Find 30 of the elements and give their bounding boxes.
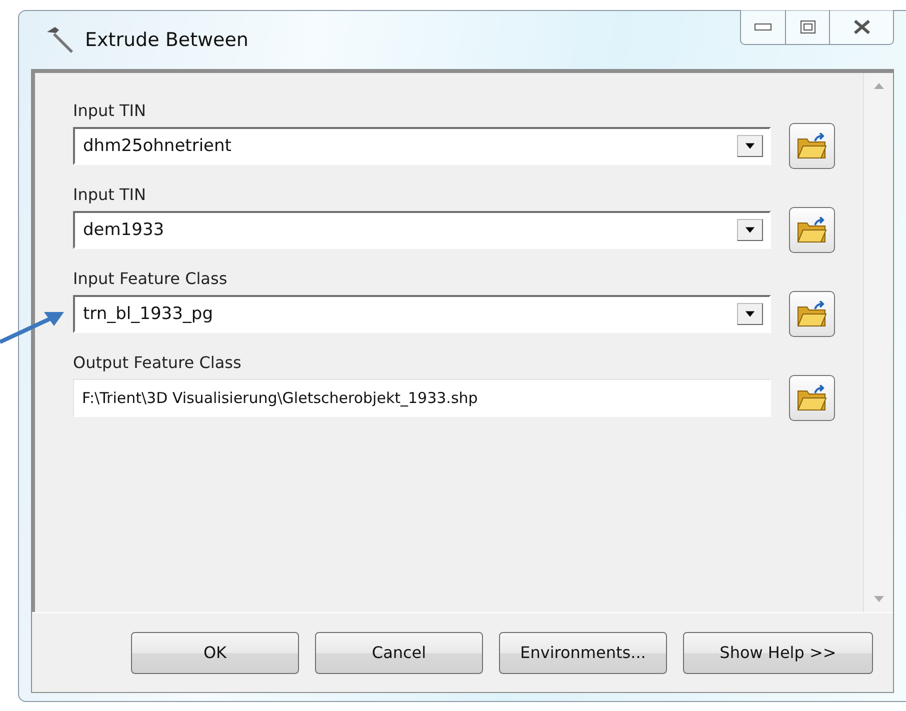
folder-icon <box>797 217 827 243</box>
field-label: Input TIN <box>73 100 147 122</box>
close-icon <box>852 19 870 35</box>
hammer-icon <box>45 25 75 55</box>
input-field[interactable]: F:\Trient\3D Visualisierung\Gletscherobjekt_1933.shp <box>73 379 771 417</box>
dropdown-field[interactable]: trn_bl_1933_pg <box>73 295 771 333</box>
field-label: Input TIN <box>73 184 147 206</box>
scroll-down-icon <box>874 596 884 602</box>
minimize-icon <box>754 23 772 31</box>
ok-button[interactable]: OK <box>131 632 299 674</box>
cancel-button[interactable]: Cancel <box>315 632 483 674</box>
scroll-up-icon <box>874 83 884 89</box>
dropdown-field[interactable]: dem1933 <box>73 211 771 249</box>
caret-icon <box>737 219 763 241</box>
caret-icon <box>737 135 763 157</box>
folder-icon <box>797 133 827 159</box>
dropdown-field[interactable]: dhm25ohnetrient <box>73 127 771 165</box>
environments-button[interactable]: Environments... <box>499 632 667 674</box>
maximize-icon <box>800 20 816 34</box>
browse-button[interactable] <box>789 123 835 169</box>
caret-icon <box>737 303 763 325</box>
folder-icon <box>797 301 827 327</box>
folder-icon <box>797 385 827 411</box>
browse-button[interactable] <box>789 207 835 253</box>
browse-button[interactable] <box>789 291 835 337</box>
field-label: Input Feature Class <box>73 268 228 290</box>
browse-button[interactable] <box>789 375 835 421</box>
show-help-button[interactable]: Show Help >> <box>683 632 873 674</box>
window-title: Extrude Between <box>85 29 248 51</box>
field-label: Output Feature Class <box>73 352 242 374</box>
